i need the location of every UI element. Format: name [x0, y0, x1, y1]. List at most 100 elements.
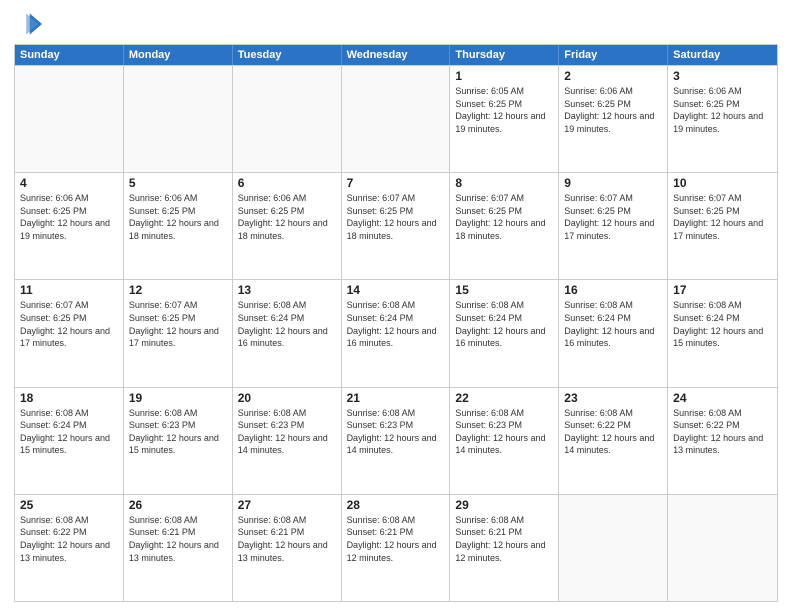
- calendar-cell: [559, 495, 668, 601]
- calendar-row-2: 11 Sunrise: 6:07 AMSunset: 6:25 PMDayligh…: [15, 279, 777, 386]
- calendar-cell: 23 Sunrise: 6:08 AMSunset: 6:22 PMDayligh…: [559, 388, 668, 494]
- day-number: 24: [673, 391, 772, 405]
- header-day-thursday: Thursday: [450, 45, 559, 65]
- calendar-cell: 24 Sunrise: 6:08 AMSunset: 6:22 PMDayligh…: [668, 388, 777, 494]
- calendar-cell: 10 Sunrise: 6:07 AMSunset: 6:25 PMDayligh…: [668, 173, 777, 279]
- calendar-cell: [668, 495, 777, 601]
- calendar-cell: 15 Sunrise: 6:08 AMSunset: 6:24 PMDayligh…: [450, 280, 559, 386]
- header-day-saturday: Saturday: [668, 45, 777, 65]
- day-number: 19: [129, 391, 227, 405]
- calendar-cell: 28Sunrise: 6:08 AMSunset: 6:21 PMDayligh…: [342, 495, 451, 601]
- calendar-cell: [233, 66, 342, 172]
- cell-info: Sunrise: 6:07 AMSunset: 6:25 PMDaylight:…: [564, 192, 662, 242]
- day-number: 21: [347, 391, 445, 405]
- day-number: 12: [129, 283, 227, 297]
- day-number: 3: [673, 69, 772, 83]
- calendar-cell: 2Sunrise: 6:06 AMSunset: 6:25 PMDaylight…: [559, 66, 668, 172]
- header-day-monday: Monday: [124, 45, 233, 65]
- day-number: 8: [455, 176, 553, 190]
- cell-info: Sunrise: 6:08 AMSunset: 6:23 PMDaylight:…: [238, 407, 336, 457]
- calendar-cell: 14 Sunrise: 6:08 AMSunset: 6:24 PMDayligh…: [342, 280, 451, 386]
- calendar-cell: 18 Sunrise: 6:08 AMSunset: 6:24 PMDayligh…: [15, 388, 124, 494]
- cell-info: Sunrise: 6:08 AMSunset: 6:24 PMDaylight:…: [347, 299, 445, 349]
- calendar-cell: 6Sunrise: 6:06 AMSunset: 6:25 PMDaylight…: [233, 173, 342, 279]
- cell-info: Sunrise: 6:08 AMSunset: 6:21 PMDaylight:…: [129, 514, 227, 564]
- cell-info: Sunrise: 6:06 AMSunset: 6:25 PMDaylight:…: [673, 85, 772, 135]
- calendar-cell: 22 Sunrise: 6:08 AMSunset: 6:23 PMDayligh…: [450, 388, 559, 494]
- logo: [14, 10, 46, 38]
- day-number: 18: [20, 391, 118, 405]
- calendar-cell: 4 Sunrise: 6:06 AMSunset: 6:25 PMDaylight…: [15, 173, 124, 279]
- calendar-row-0: 1 Sunrise: 6:05 AMSunset: 6:25 PMDaylight…: [15, 65, 777, 172]
- day-number: 23: [564, 391, 662, 405]
- calendar-cell: 1 Sunrise: 6:05 AMSunset: 6:25 PMDaylight…: [450, 66, 559, 172]
- header-day-tuesday: Tuesday: [233, 45, 342, 65]
- calendar-cell: 3 Sunrise: 6:06 AMSunset: 6:25 PMDaylight…: [668, 66, 777, 172]
- cell-info: Sunrise: 6:08 AMSunset: 6:24 PMDaylight:…: [564, 299, 662, 349]
- calendar-cell: [124, 66, 233, 172]
- day-number: 27: [238, 498, 336, 512]
- day-number: 15: [455, 283, 553, 297]
- cell-info: Sunrise: 6:08 AMSunset: 6:22 PMDaylight:…: [20, 514, 118, 564]
- calendar-cell: 19 Sunrise: 6:08 AMSunset: 6:23 PMDayligh…: [124, 388, 233, 494]
- cell-info: Sunrise: 6:08 AMSunset: 6:24 PMDaylight:…: [238, 299, 336, 349]
- day-number: 4: [20, 176, 118, 190]
- day-number: 17: [673, 283, 772, 297]
- calendar-cell: 20 Sunrise: 6:08 AMSunset: 6:23 PMDayligh…: [233, 388, 342, 494]
- cell-info: Sunrise: 6:07 AMSunset: 6:25 PMDaylight:…: [455, 192, 553, 242]
- page: SundayMondayTuesdayWednesdayThursdayFrid…: [0, 0, 792, 612]
- calendar-cell: 16 Sunrise: 6:08 AMSunset: 6:24 PMDayligh…: [559, 280, 668, 386]
- calendar-cell: [342, 66, 451, 172]
- cell-info: Sunrise: 6:07 AMSunset: 6:25 PMDaylight:…: [673, 192, 772, 242]
- header-day-friday: Friday: [559, 45, 668, 65]
- calendar-body: 1 Sunrise: 6:05 AMSunset: 6:25 PMDaylight…: [15, 65, 777, 601]
- header: [14, 10, 778, 38]
- calendar-cell: 13 Sunrise: 6:08 AMSunset: 6:24 PMDayligh…: [233, 280, 342, 386]
- cell-info: Sunrise: 6:08 AMSunset: 6:24 PMDaylight:…: [20, 407, 118, 457]
- calendar-cell: 12 Sunrise: 6:07 AMSunset: 6:25 PMDayligh…: [124, 280, 233, 386]
- cell-info: Sunrise: 6:08 AMSunset: 6:24 PMDaylight:…: [673, 299, 772, 349]
- cell-info: Sunrise: 6:08 AMSunset: 6:22 PMDaylight:…: [564, 407, 662, 457]
- day-number: 25: [20, 498, 118, 512]
- cell-info: Sunrise: 6:08 AMSunset: 6:21 PMDaylight:…: [455, 514, 553, 564]
- cell-info: Sunrise: 6:05 AMSunset: 6:25 PMDaylight:…: [455, 85, 553, 135]
- day-number: 10: [673, 176, 772, 190]
- header-day-sunday: Sunday: [15, 45, 124, 65]
- calendar-cell: 21 Sunrise: 6:08 AMSunset: 6:23 PMDayligh…: [342, 388, 451, 494]
- cell-info: Sunrise: 6:08 AMSunset: 6:23 PMDaylight:…: [129, 407, 227, 457]
- day-number: 1: [455, 69, 553, 83]
- calendar-cell: 7Sunrise: 6:07 AMSunset: 6:25 PMDaylight…: [342, 173, 451, 279]
- calendar-cell: 17 Sunrise: 6:08 AMSunset: 6:24 PMDayligh…: [668, 280, 777, 386]
- cell-info: Sunrise: 6:06 AMSunset: 6:25 PMDaylight:…: [20, 192, 118, 242]
- logo-icon: [14, 10, 42, 38]
- cell-info: Sunrise: 6:08 AMSunset: 6:24 PMDaylight:…: [455, 299, 553, 349]
- cell-info: Sunrise: 6:06 AMSunset: 6:25 PMDaylight:…: [129, 192, 227, 242]
- calendar-cell: 29 Sunrise: 6:08 AMSunset: 6:21 PMDayligh…: [450, 495, 559, 601]
- header-day-wednesday: Wednesday: [342, 45, 451, 65]
- day-number: 20: [238, 391, 336, 405]
- day-number: 16: [564, 283, 662, 297]
- cell-info: Sunrise: 6:06 AMSunset: 6:25 PMDaylight:…: [564, 85, 662, 135]
- day-number: 11: [20, 283, 118, 297]
- day-number: 22: [455, 391, 553, 405]
- calendar-header: SundayMondayTuesdayWednesdayThursdayFrid…: [15, 45, 777, 65]
- calendar-row-1: 4 Sunrise: 6:06 AMSunset: 6:25 PMDaylight…: [15, 172, 777, 279]
- calendar-row-3: 18 Sunrise: 6:08 AMSunset: 6:24 PMDayligh…: [15, 387, 777, 494]
- calendar-cell: [15, 66, 124, 172]
- day-number: 7: [347, 176, 445, 190]
- day-number: 9: [564, 176, 662, 190]
- cell-info: Sunrise: 6:08 AMSunset: 6:23 PMDaylight:…: [347, 407, 445, 457]
- cell-info: Sunrise: 6:07 AMSunset: 6:25 PMDaylight:…: [129, 299, 227, 349]
- calendar-row-4: 25 Sunrise: 6:08 AMSunset: 6:22 PMDayligh…: [15, 494, 777, 601]
- cell-info: Sunrise: 6:08 AMSunset: 6:21 PMDaylight:…: [347, 514, 445, 564]
- calendar: SundayMondayTuesdayWednesdayThursdayFrid…: [14, 44, 778, 602]
- day-number: 29: [455, 498, 553, 512]
- day-number: 26: [129, 498, 227, 512]
- calendar-cell: 27Sunrise: 6:08 AMSunset: 6:21 PMDayligh…: [233, 495, 342, 601]
- cell-info: Sunrise: 6:06 AMSunset: 6:25 PMDaylight:…: [238, 192, 336, 242]
- day-number: 14: [347, 283, 445, 297]
- day-number: 13: [238, 283, 336, 297]
- cell-info: Sunrise: 6:08 AMSunset: 6:22 PMDaylight:…: [673, 407, 772, 457]
- cell-info: Sunrise: 6:07 AMSunset: 6:25 PMDaylight:…: [20, 299, 118, 349]
- cell-info: Sunrise: 6:08 AMSunset: 6:23 PMDaylight:…: [455, 407, 553, 457]
